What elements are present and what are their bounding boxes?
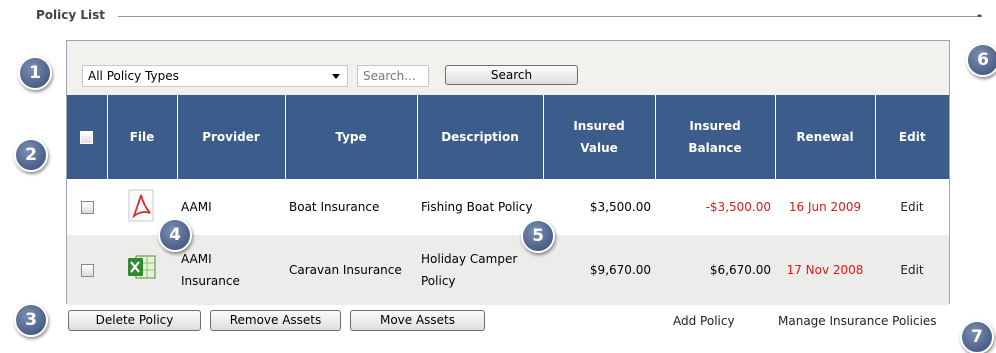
policy-table: File Provider Type Description Insured V… [67,95,949,305]
callout-badge-3: 3 [14,303,48,337]
pdf-icon[interactable] [127,189,157,223]
column-header-file[interactable]: File [106,95,177,179]
edit-link[interactable]: Edit [900,263,923,277]
provider-cell: AAMI [177,179,285,235]
insured-balance-cell: $6,670.00 [655,235,775,305]
policy-type-select-value: All Policy Types [88,69,179,83]
search-input[interactable] [357,65,429,87]
insured-value-header-line2: Value [580,141,618,155]
collapse-button[interactable]: - [974,9,985,21]
table-row: AAMI Insurance Caravan Insurance Holiday… [67,235,949,305]
manage-insurance-policies-link[interactable]: Manage Insurance Policies [778,314,937,328]
column-header-type[interactable]: Type [284,95,417,179]
renewal-cell: 17 Nov 2008 [775,235,875,305]
provider-line1: AAMI [181,252,212,266]
policy-type-select[interactable]: All Policy Types [82,65,348,87]
column-header-insured-balance[interactable]: Insured Balance [654,95,775,179]
add-policy-link[interactable]: Add Policy [673,314,735,328]
row-checkbox-cell [67,179,107,235]
table-header-row: File Provider Type Description Insured V… [67,95,949,179]
search-button[interactable]: Search [445,65,578,85]
insured-value-cell: $3,500.00 [543,179,655,235]
callout-badge-5: 5 [521,219,555,253]
select-all-checkbox[interactable] [80,131,94,144]
callout-badge-7: 7 [960,320,994,353]
type-cell: Caravan Insurance [285,235,417,305]
section-divider [118,16,982,17]
row-checkbox-cell [67,235,107,305]
filter-bar: All Policy Types Search [67,41,949,95]
excel-icon[interactable] [127,253,157,281]
chevron-down-icon [332,74,340,79]
select-all-header [67,95,107,179]
edit-cell: Edit [875,179,949,235]
description-line1: Holiday Camper [421,252,518,266]
type-cell: Boat Insurance [285,179,417,235]
provider-line2: Insurance [181,274,240,288]
insured-balance-header-line2: Balance [688,141,742,155]
row-checkbox[interactable] [80,264,94,277]
edit-cell: Edit [875,235,949,305]
description-line2: Policy [421,274,456,288]
edit-link[interactable]: Edit [900,200,923,214]
insured-value-cell: $9,670.00 [543,235,655,305]
callout-badge-4: 4 [158,218,192,252]
delete-policy-button[interactable]: Delete Policy [68,310,201,331]
table-row: AAMI Boat Insurance Fishing Boat Policy … [67,179,949,235]
row-checkbox[interactable] [80,201,94,214]
callout-badge-2: 2 [14,138,48,172]
remove-assets-button[interactable]: Remove Assets [210,310,341,331]
column-header-renewal[interactable]: Renewal [774,95,875,179]
move-assets-button[interactable]: Move Assets [350,310,485,331]
column-header-description[interactable]: Description [416,95,543,179]
insured-balance-header-line1: Insured [689,119,741,133]
insured-value-header-line1: Insured [573,119,625,133]
callout-badge-6: 6 [966,43,996,77]
insured-balance-cell: -$3,500.00 [655,179,775,235]
column-header-edit: Edit [874,95,949,179]
callout-badge-1: 1 [18,56,52,90]
renewal-cell: 16 Jun 2009 [775,179,875,235]
column-header-provider[interactable]: Provider [176,95,285,179]
policy-list-panel: All Policy Types Search File Provider Ty… [66,40,950,305]
provider-cell: AAMI Insurance [177,235,285,305]
section-title: Policy List [36,8,106,22]
column-header-insured-value[interactable]: Insured Value [542,95,655,179]
